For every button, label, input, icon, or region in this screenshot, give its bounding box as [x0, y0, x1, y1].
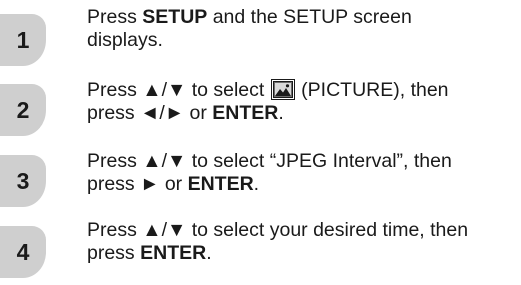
- step-number: 1: [16, 26, 30, 53]
- step-text-segment: (PICTURE), then: [295, 79, 449, 101]
- key-label: ENTER: [212, 102, 279, 124]
- step-number: 3: [16, 167, 30, 194]
- key-label: ENTER: [140, 242, 207, 264]
- step-number-badge: 4: [0, 226, 46, 278]
- key-label: ENTER: [187, 173, 254, 195]
- step-instruction: Press SETUP and the SETUP screen display…: [87, 6, 517, 52]
- step-text-segment: Press ▲/▼ to select “JPEG Interval”, the…: [87, 150, 452, 172]
- step-text-segment: Press: [87, 6, 143, 28]
- step-instruction: Press ▲/▼ to select (PICTURE), then pres…: [87, 79, 517, 125]
- step-number: 2: [16, 96, 30, 123]
- step-text-segment: .: [206, 242, 212, 264]
- step-text-segment: press ► or: [87, 173, 188, 195]
- step-number-badge: 1: [0, 14, 46, 66]
- step-text-segment: Press ▲/▼ to select: [87, 79, 270, 101]
- key-label: SETUP: [142, 6, 208, 28]
- step-number: 4: [16, 238, 30, 265]
- step-instruction: Press ▲/▼ to select “JPEG Interval”, the…: [87, 150, 517, 196]
- step-text-segment: press: [87, 242, 141, 264]
- picture-icon: [270, 79, 295, 100]
- step-text-segment: .: [278, 102, 284, 124]
- step-number-badge: 2: [0, 84, 46, 136]
- step-instruction: Press ▲/▼ to select your desired time, t…: [87, 219, 517, 265]
- step-number-badge: 3: [0, 155, 46, 207]
- step-text-segment: .: [253, 173, 260, 195]
- step-text-segment: displays.: [87, 29, 163, 51]
- step-text-segment: and the SETUP screen: [207, 6, 412, 28]
- step-text-segment: Press ▲/▼ to select your desired time, t…: [87, 219, 469, 241]
- step-text-segment: press ◄/► or: [87, 102, 213, 124]
